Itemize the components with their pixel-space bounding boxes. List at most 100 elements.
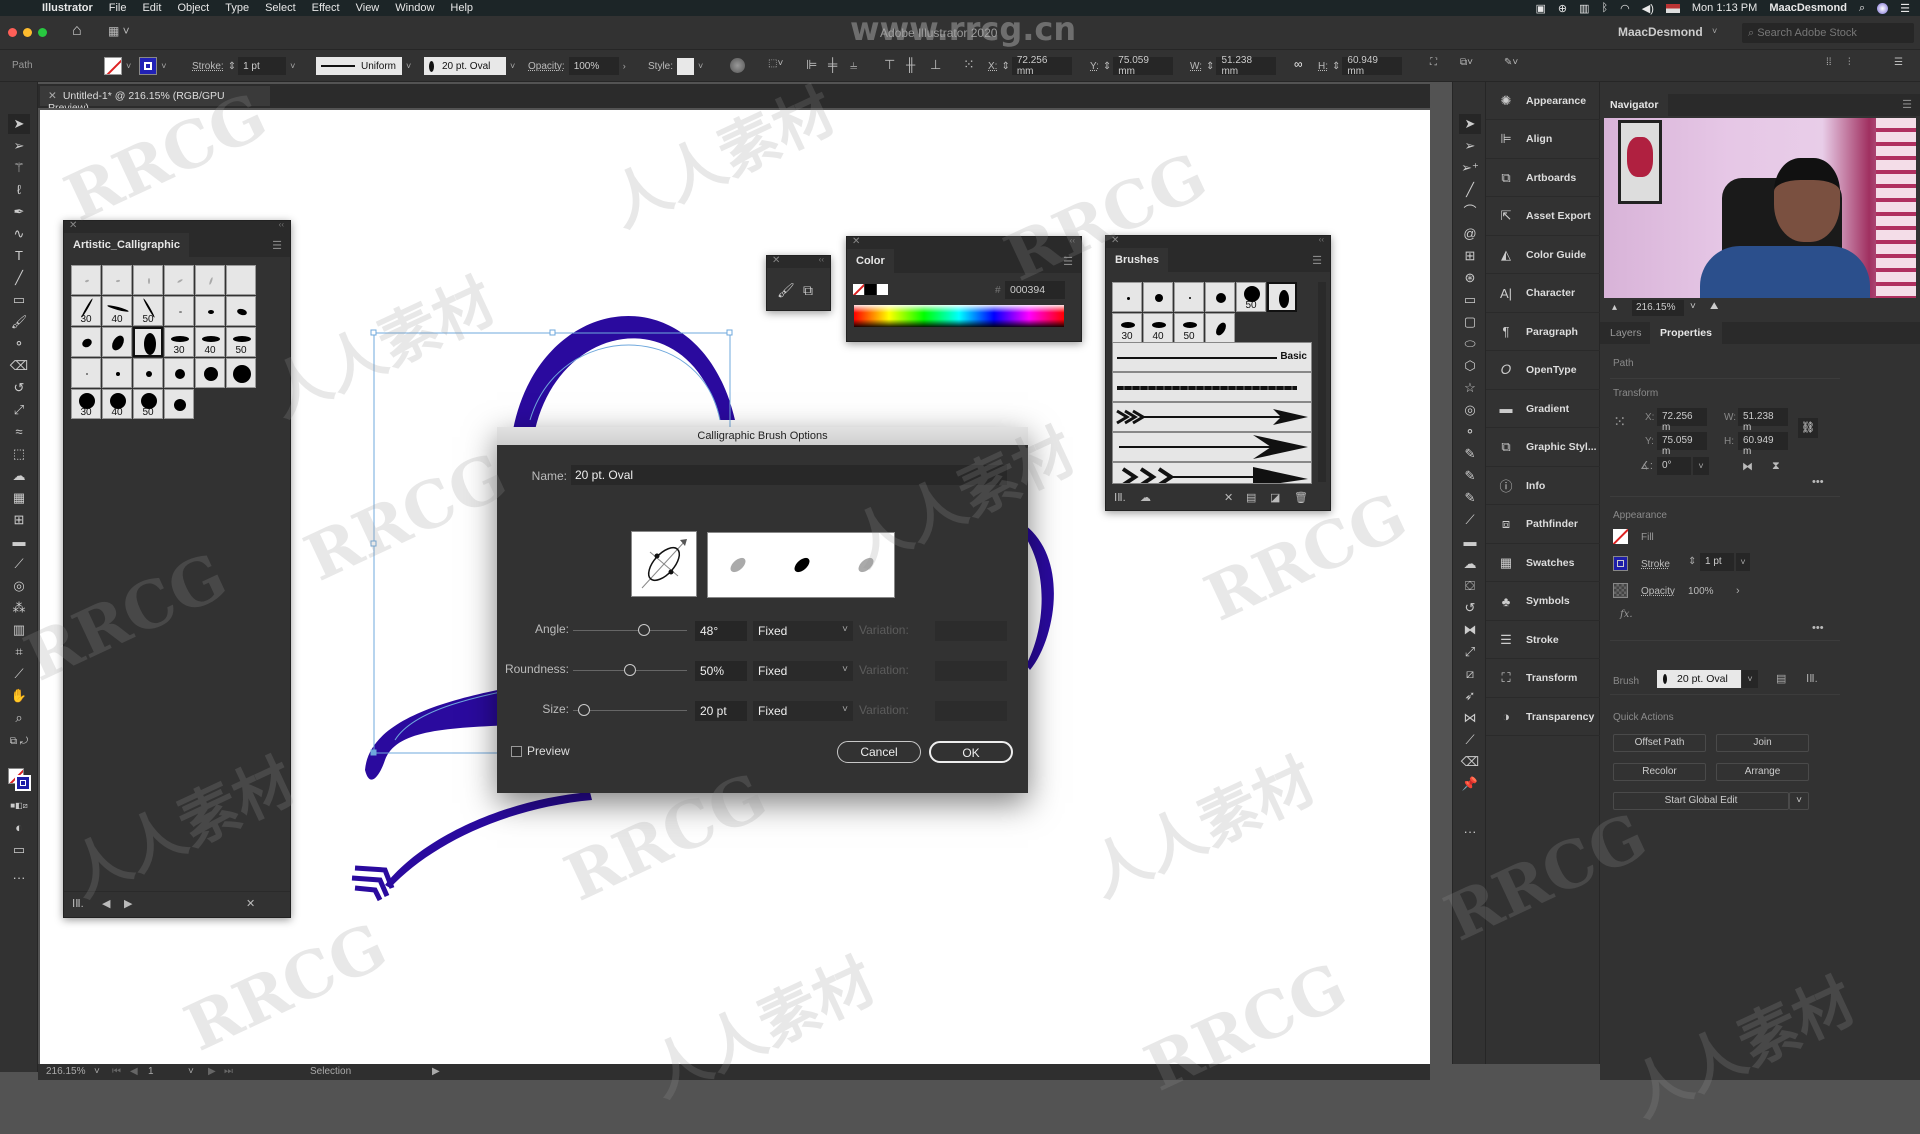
new-brush-icon[interactable]: ◪ bbox=[1270, 491, 1280, 504]
anchor-point-tool-icon[interactable]: ➢⁺ bbox=[1459, 158, 1481, 178]
brush-swatch[interactable] bbox=[226, 265, 256, 295]
next-library-icon[interactable]: ▶ bbox=[124, 897, 132, 910]
dock-item-transform[interactable]: ⛶ Transform bbox=[1486, 660, 1600, 698]
delete-brush-icon[interactable]: 🗑 bbox=[1294, 491, 1308, 504]
spotlight-icon[interactable]: ⌕ bbox=[1859, 2, 1865, 15]
flip-horizontal-icon[interactable]: ⧓ bbox=[1742, 460, 1753, 473]
brush-shape-editor[interactable] bbox=[632, 532, 696, 596]
search-adobe-stock-input[interactable]: ⌕ Search Adobe Stock bbox=[1742, 23, 1914, 43]
previous-artboard-icon[interactable]: ◀ bbox=[130, 1066, 138, 1077]
size-slider-track[interactable] bbox=[573, 710, 687, 711]
collapse-panel-icon[interactable]: ‹‹ bbox=[1319, 235, 1324, 244]
brush-arrow-3[interactable] bbox=[1112, 462, 1312, 484]
h-field[interactable]: 60.949 m bbox=[1738, 432, 1788, 457]
pin-tool-icon[interactable]: 📌 bbox=[1459, 774, 1481, 794]
recolor-button[interactable]: Recolor bbox=[1613, 763, 1706, 781]
stroke-weight-field[interactable]: 1 pt bbox=[1700, 553, 1734, 571]
dock-item-asset-export[interactable]: ⇱ Asset Export bbox=[1486, 198, 1600, 236]
flag-icon[interactable] bbox=[1665, 3, 1680, 13]
path-eraser-tool-icon[interactable]: ✎ bbox=[1459, 488, 1481, 508]
brush-swatch[interactable] bbox=[226, 358, 256, 388]
direct-selection-tool-icon[interactable]: ➢ bbox=[1459, 136, 1481, 156]
brush-swatch[interactable]: 50 bbox=[226, 327, 256, 357]
angle-field[interactable]: 48° bbox=[695, 621, 747, 641]
artboard-chevron-icon[interactable]: ˅ bbox=[188, 1066, 194, 1077]
shear-tool-icon[interactable]: ⧄ bbox=[1459, 664, 1481, 684]
start-global-edit-button[interactable]: Start Global Edit bbox=[1613, 792, 1789, 810]
roundness-field[interactable]: 50% bbox=[695, 661, 747, 681]
zoom-out-icon[interactable]: ▴ bbox=[1612, 302, 1617, 313]
brush-swatch[interactable] bbox=[102, 327, 132, 357]
bluetooth-icon[interactable]: ᛒ bbox=[1602, 2, 1609, 14]
brush-swatch[interactable] bbox=[133, 327, 163, 357]
rotate-angle-field[interactable]: 0° bbox=[1657, 457, 1691, 475]
more-tools-icon[interactable]: ··· bbox=[1459, 822, 1481, 842]
navigator-zoom-field[interactable]: 216.15% bbox=[1632, 300, 1684, 316]
brush-arrow-1[interactable] bbox=[1112, 402, 1312, 432]
next-artboard-icon[interactable]: ▶ bbox=[208, 1066, 216, 1077]
flare-tool-icon[interactable]: ◎ bbox=[1459, 400, 1481, 420]
dock-item-graphic-styl[interactable]: ⧉ Graphic Styl... bbox=[1486, 429, 1600, 467]
polygon-tool-icon[interactable]: ⬡ bbox=[1459, 356, 1481, 376]
rounded-rectangle-tool-icon[interactable]: ▢ bbox=[1459, 312, 1481, 332]
preview-checkbox[interactable] bbox=[511, 746, 522, 757]
brush-swatch[interactable] bbox=[195, 296, 225, 326]
zoom-in-icon[interactable]: ⛰ bbox=[1710, 301, 1718, 312]
remove-brush-stroke-icon[interactable]: ✕ bbox=[246, 897, 255, 910]
blob-brush-icon[interactable]: ⧉ bbox=[803, 282, 813, 299]
join-tool-icon[interactable]: ⟋ bbox=[1459, 510, 1481, 530]
angle-mode-select[interactable]: Fixed ˅ bbox=[753, 621, 853, 641]
panel-menu-icon[interactable]: ☰ bbox=[1894, 57, 1903, 68]
brush-swatch[interactable]: 40 bbox=[102, 389, 132, 419]
size-mode-select[interactable]: Fixed ˅ bbox=[753, 701, 853, 721]
brush-swatch[interactable] bbox=[1205, 313, 1235, 343]
dock-item-info[interactable]: ⓘ Info bbox=[1486, 467, 1600, 505]
cancel-button[interactable]: Cancel bbox=[837, 741, 921, 763]
angle-roundness-preview[interactable] bbox=[631, 531, 697, 597]
global-edit-options-chevron-icon[interactable]: ˅ bbox=[1789, 792, 1809, 810]
status-menu-icon[interactable]: ▶ bbox=[432, 1066, 440, 1077]
brush-swatch[interactable] bbox=[1143, 282, 1173, 312]
flip-vertical-icon[interactable]: ⧗ bbox=[1772, 460, 1780, 473]
panel-tab-navigator[interactable]: Navigator bbox=[1600, 94, 1669, 116]
brush-basic[interactable]: Basic bbox=[1112, 342, 1312, 372]
paintbrush-icon[interactable]: 🖌 bbox=[777, 282, 795, 299]
siri-icon[interactable] bbox=[1877, 2, 1889, 14]
dock-item-symbols[interactable]: ♣ Symbols bbox=[1486, 583, 1600, 621]
dock-item-swatches[interactable]: ▦ Swatches bbox=[1486, 544, 1600, 582]
brush-swatch[interactable] bbox=[1205, 282, 1235, 312]
brush-swatch[interactable] bbox=[1112, 282, 1142, 312]
brush-libraries-icon[interactable]: ⅠⅡ. bbox=[1806, 672, 1818, 685]
brush-swatch[interactable]: 40 bbox=[102, 296, 132, 326]
reflect-tool-icon[interactable]: ⧓ bbox=[1459, 620, 1481, 640]
brush-swatch[interactable]: 40 bbox=[195, 327, 225, 357]
zoom-level-field[interactable]: 216.15% bbox=[46, 1066, 85, 1077]
edit-toolbar-icon[interactable]: ✎˅ bbox=[1504, 57, 1518, 68]
black-swatch[interactable] bbox=[865, 284, 876, 295]
volume-icon[interactable]: ◀) bbox=[1642, 2, 1654, 15]
smooth-tool-icon[interactable]: ✎ bbox=[1459, 466, 1481, 486]
panel-tab-color[interactable]: Color bbox=[847, 249, 894, 273]
globe-icon[interactable]: ⊕ bbox=[1558, 2, 1567, 15]
x-field[interactable]: 72.256 m bbox=[1657, 408, 1707, 433]
panel-menu-icon[interactable]: ☰ bbox=[1312, 254, 1322, 267]
dock-item-opentype[interactable]: 𝑂 OpenType bbox=[1486, 352, 1600, 390]
panel-tab-artistic-calligraphic[interactable]: Artistic_Calligraphic bbox=[64, 233, 189, 257]
spiral-tool-icon[interactable]: @ bbox=[1459, 224, 1481, 244]
libraries-panel-icon[interactable]: ☁ bbox=[1140, 491, 1151, 504]
wifi-icon[interactable]: ◠ bbox=[1620, 2, 1630, 15]
panel-toggle-icon[interactable]: ⫶ bbox=[1848, 57, 1851, 68]
star-tool-icon[interactable]: ☆ bbox=[1459, 378, 1481, 398]
brush-swatch[interactable] bbox=[195, 358, 225, 388]
panel-menu-icon[interactable]: ☰ bbox=[272, 239, 282, 252]
brush-select[interactable]: 20 pt. Oval bbox=[1657, 670, 1741, 688]
eyedropper-tool-icon[interactable]: ⟋ bbox=[1459, 730, 1481, 750]
pencil-tool-icon[interactable]: ✎ bbox=[1459, 444, 1481, 464]
w-field[interactable]: 51.238 m bbox=[1738, 408, 1788, 433]
brush-swatch[interactable] bbox=[1267, 282, 1297, 312]
navigator-zoom-chevron-icon[interactable]: ˅ bbox=[1690, 301, 1696, 312]
current-tool-status[interactable]: Selection bbox=[310, 1066, 351, 1077]
dock-item-pathfinder[interactable]: ⧈ Pathfinder bbox=[1486, 506, 1600, 544]
brush-swatch[interactable] bbox=[195, 265, 225, 295]
dock-item-align[interactable]: ⊫ Align bbox=[1486, 121, 1600, 159]
